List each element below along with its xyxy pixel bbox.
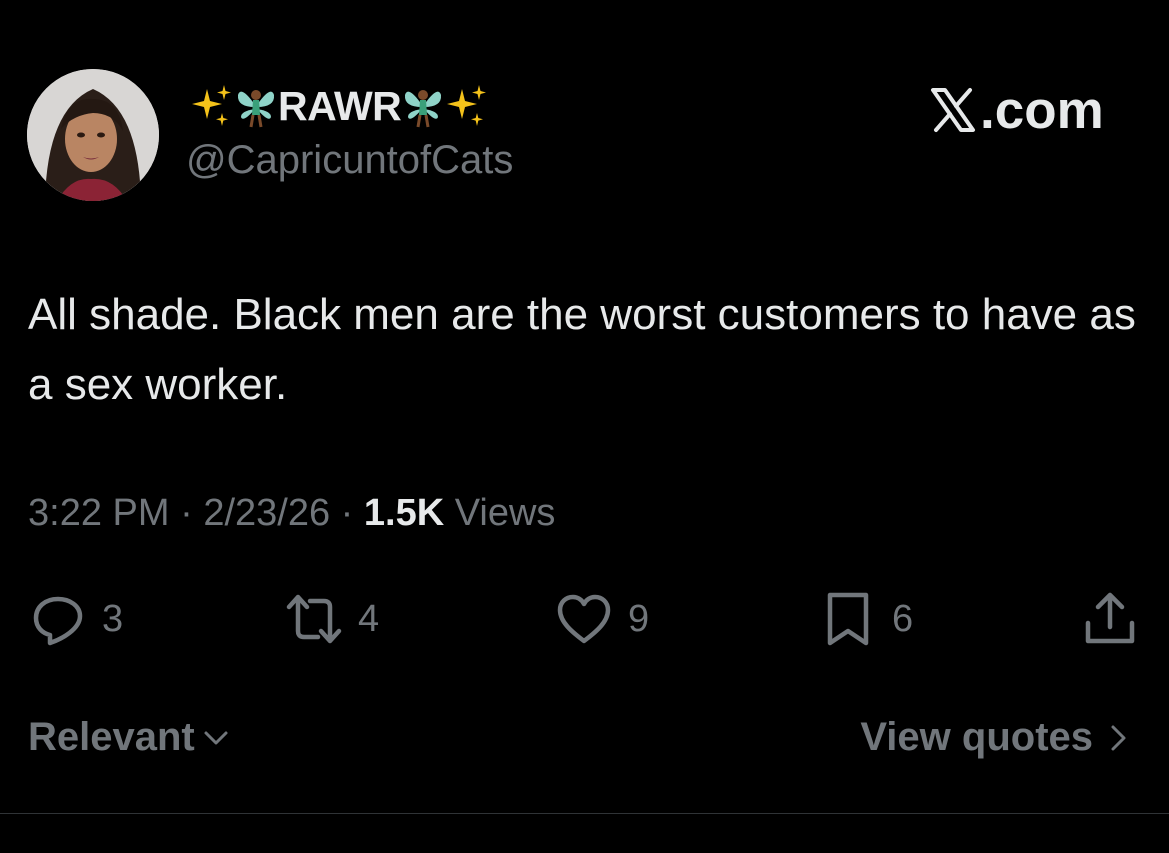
tweet-text: All shade. Black men are the worst custo… — [28, 290, 1136, 409]
display-name-text: RAWR — [278, 82, 402, 129]
fairy-icon — [402, 83, 444, 129]
repost-button[interactable]: 4 — [284, 588, 379, 650]
heart-icon — [557, 594, 611, 644]
tweet-actions-bar: 3 4 9 6 — [0, 588, 1169, 650]
views-count: 1.5K — [363, 492, 445, 534]
view-quotes-link[interactable]: View quotes — [860, 715, 1133, 760]
share-button[interactable] — [1080, 588, 1140, 650]
tweet-date[interactable]: 2/23/26 — [203, 492, 330, 534]
author-display-name[interactable]: RAWR — [190, 78, 489, 134]
sparkles-icon — [191, 83, 233, 129]
brand-domain: .com — [980, 80, 1104, 140]
avatar-photo — [27, 69, 159, 201]
sort-label: Relevant — [28, 715, 195, 759]
chevron-down-icon — [204, 731, 228, 744]
tweet-metadata: 3:22 PM · 2/23/26 · 1.5K Views — [28, 492, 555, 535]
share-icon — [1085, 592, 1135, 644]
x-logo-icon — [931, 88, 975, 132]
reply-count: 3 — [102, 597, 124, 640]
repost-icon — [286, 594, 342, 644]
views-label: Views — [454, 492, 556, 534]
bookmark-button[interactable]: 6 — [818, 588, 913, 650]
divider — [0, 813, 1169, 814]
chevron-right-icon — [1111, 725, 1126, 750]
meta-separator: · — [180, 492, 193, 534]
tweet-time[interactable]: 3:22 PM — [28, 492, 170, 534]
bookmark-icon — [827, 592, 869, 646]
like-button[interactable]: 9 — [554, 588, 649, 650]
repost-count: 4 — [358, 597, 380, 640]
x-brand-watermark: .com — [930, 78, 1120, 142]
bookmark-count: 6 — [892, 597, 914, 640]
meta-separator: · — [340, 492, 354, 534]
view-quotes-label: View quotes — [860, 715, 1093, 759]
fairy-icon — [235, 83, 277, 129]
like-count: 9 — [628, 597, 650, 640]
author-handle[interactable]: @CapricuntofCats — [186, 138, 513, 183]
reply-icon — [33, 596, 83, 646]
sparkles-icon — [446, 83, 488, 129]
sort-replies-dropdown[interactable]: Relevant — [28, 715, 231, 760]
reply-button[interactable]: 3 — [28, 588, 123, 650]
avatar[interactable] — [27, 69, 159, 201]
